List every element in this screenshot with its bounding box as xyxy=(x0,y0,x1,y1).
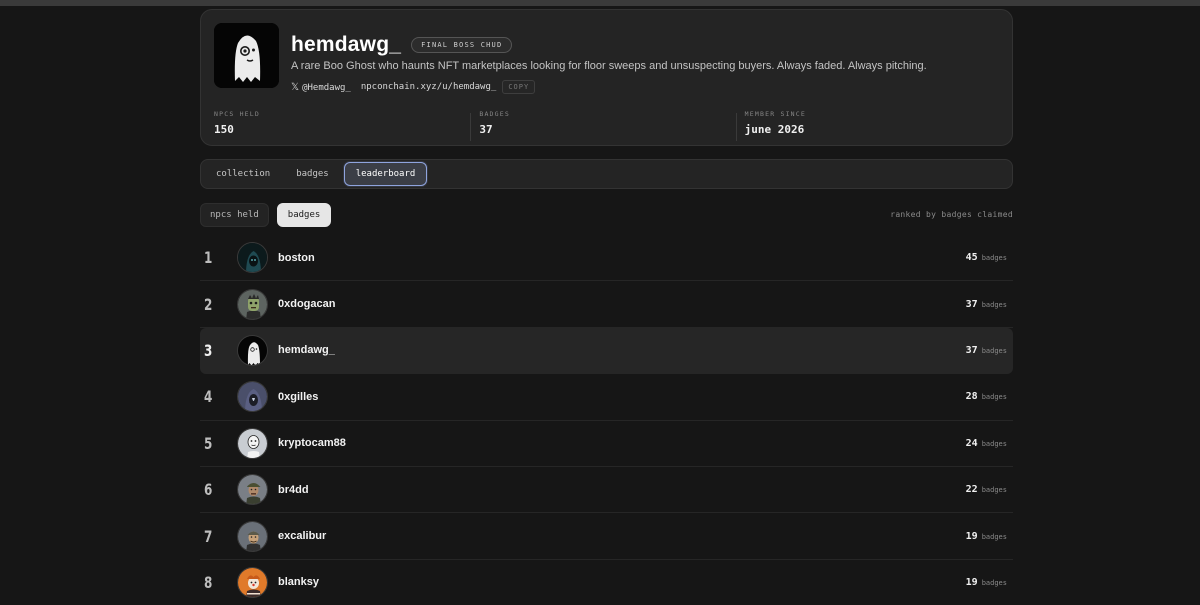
rank-number: 8 xyxy=(204,572,213,592)
rank-number: 7 xyxy=(204,526,213,546)
stat-npcs-held: NPCS HELD 150 xyxy=(214,109,470,143)
rank-number: 2 xyxy=(204,294,213,314)
leaderboard-row[interactable]: 4 0xgilles 28 badges xyxy=(200,374,1013,421)
score-value: 22 xyxy=(965,484,978,496)
score-unit: badges xyxy=(981,578,1007,587)
user-avatar xyxy=(237,474,268,506)
x-handle: @Hemdawg_ xyxy=(302,82,351,93)
stat-label: NPCS HELD xyxy=(214,110,261,118)
user-avatar xyxy=(237,566,268,598)
browser-top-bar xyxy=(0,0,1200,6)
user-avatar xyxy=(237,427,268,459)
leaderboard-row[interactable]: 6 br4dd 22 badges xyxy=(200,467,1013,514)
score-value: 28 xyxy=(965,391,978,403)
profile-url[interactable]: npconchain.xyz/u/hemdawg_ xyxy=(361,82,496,92)
score-unit: badges xyxy=(981,486,1007,495)
score-unit: badges xyxy=(981,439,1007,448)
stat-value: 150 xyxy=(214,123,234,136)
score-value: 19 xyxy=(965,576,978,588)
copy-button[interactable]: COPY xyxy=(502,80,536,94)
stat-badges: BADGES 37 xyxy=(470,109,735,143)
profile-card: hemdawg_ FINAL BOSS CHUD A rare Boo Ghos… xyxy=(200,9,1013,146)
leaderboard-filters: npcs held badges xyxy=(200,203,332,227)
stat-member-since: MEMBER SINCE june 2026 xyxy=(735,109,1001,143)
user-avatar xyxy=(237,381,268,413)
tab-leaderboard[interactable]: leaderboard xyxy=(343,162,428,186)
user-avatar xyxy=(237,520,268,552)
rank-number: 4 xyxy=(204,387,213,407)
profile-name: hemdawg_ xyxy=(291,33,402,56)
score-unit: badges xyxy=(981,346,1007,355)
stat-label: BADGES xyxy=(479,110,511,118)
filter-npcs-held[interactable]: npcs held xyxy=(200,203,269,227)
score-value: 37 xyxy=(965,298,978,310)
rank-number: 6 xyxy=(204,480,213,500)
filter-badges[interactable]: badges xyxy=(276,203,332,227)
x-logo-icon: 𝕏 xyxy=(291,81,300,93)
username: blanksy xyxy=(278,576,319,589)
stat-value: 37 xyxy=(479,123,493,136)
username: 0xgilles xyxy=(278,390,319,403)
leaderboard-row[interactable]: 8 blanksy 19 badges xyxy=(200,560,1013,605)
rank-number: 5 xyxy=(204,433,213,453)
username: kryptocam88 xyxy=(278,437,346,450)
leaderboard-row[interactable]: 1 boston 45 badges xyxy=(200,235,1013,282)
profile-bio: A rare Boo Ghost who haunts NFT marketpl… xyxy=(291,60,927,72)
score-value: 45 xyxy=(965,252,978,264)
score-value: 19 xyxy=(965,530,978,542)
user-avatar xyxy=(237,242,268,274)
x-profile-link[interactable]: 𝕏 @Hemdawg_ xyxy=(291,82,351,93)
score-value: 24 xyxy=(965,437,978,449)
tab-collection[interactable]: collection xyxy=(205,162,281,186)
leaderboard-row[interactable]: 7 excalibur 19 badges xyxy=(200,513,1013,560)
score-unit: badges xyxy=(981,532,1007,541)
username: boston xyxy=(278,251,315,264)
stat-label: MEMBER SINCE xyxy=(744,110,807,118)
username: excalibur xyxy=(278,530,327,543)
rank-number: 1 xyxy=(204,248,213,268)
leaderboard-row-current-user[interactable]: 3 hemdawg_ 37 badges xyxy=(200,327,1013,375)
ranked-note: ranked by badges claimed xyxy=(890,210,1013,219)
username: hemdawg_ xyxy=(278,344,335,357)
profile-tabs: collection badges leaderboard xyxy=(200,159,1013,189)
score-value: 37 xyxy=(965,344,978,356)
stat-value: june 2026 xyxy=(744,123,805,136)
tab-badges[interactable]: badges xyxy=(285,162,340,186)
stats-row: NPCS HELD 150 BADGES 37 MEMBER SINCE jun… xyxy=(214,109,1001,143)
leaderboard-row[interactable]: 2 0xdogacan 37 badges xyxy=(200,281,1013,328)
score-unit: badges xyxy=(981,300,1007,309)
title-badge: FINAL BOSS CHUD xyxy=(411,37,513,53)
username: br4dd xyxy=(278,483,309,496)
username: 0xdogacan xyxy=(278,298,336,311)
rank-number: 3 xyxy=(204,340,213,360)
stat-divider xyxy=(735,113,737,141)
user-avatar xyxy=(237,288,268,320)
score-unit: badges xyxy=(981,393,1007,402)
user-avatar xyxy=(237,334,268,366)
profile-avatar xyxy=(214,23,279,88)
leaderboard-list: 1 boston 45 badges 2 0xdogacan 37 badges 3… xyxy=(200,235,1013,605)
stat-divider xyxy=(470,113,472,141)
leaderboard-row[interactable]: 5 kryptocam88 24 badges xyxy=(200,421,1013,467)
score-unit: badges xyxy=(981,254,1007,263)
